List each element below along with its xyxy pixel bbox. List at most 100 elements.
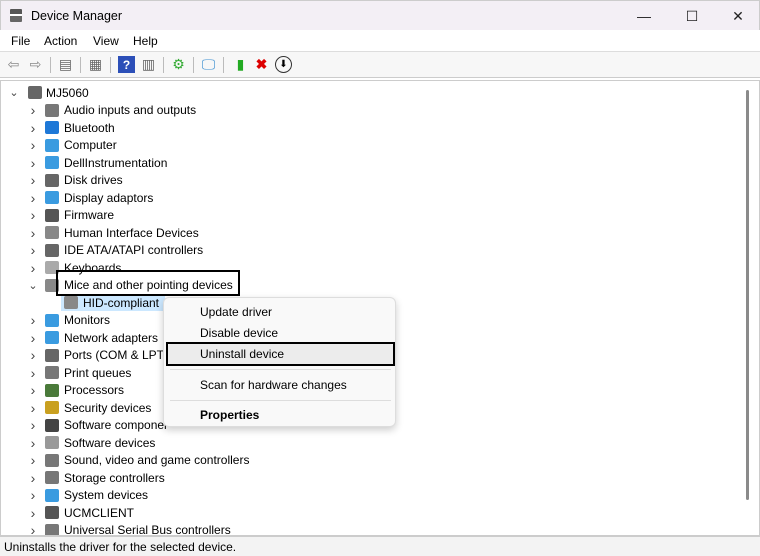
chevron-right-icon[interactable]: › — [28, 190, 38, 206]
chevron-down-icon[interactable]: ⌄ — [28, 279, 38, 292]
maximize-button[interactable]: ☐ — [669, 5, 715, 27]
close-button[interactable]: ✕ — [715, 5, 760, 27]
menu-properties[interactable]: Properties — [200, 408, 259, 422]
device-category-icon — [45, 173, 59, 187]
device-category-icon — [45, 383, 59, 397]
chevron-right-icon[interactable]: › — [28, 330, 38, 346]
title-bar: Device Manager — ☐ ✕ — [0, 0, 760, 30]
tree-item[interactable]: › IDE ATA/ATAPI controllers — [1, 242, 741, 259]
chevron-right-icon[interactable]: › — [28, 417, 38, 433]
tree-item-label: Software componer — [64, 418, 169, 432]
menu-file[interactable]: File — [11, 34, 30, 48]
tree-item-label: Firmware — [64, 208, 114, 222]
tree-item[interactable]: › System devices — [1, 487, 741, 504]
forward-arrow-icon[interactable]: ⇨ — [27, 56, 44, 73]
chevron-right-icon[interactable]: › — [28, 435, 38, 451]
device-category-icon — [45, 453, 59, 467]
tree-item[interactable]: › UCMCLIENT — [1, 504, 741, 521]
tree-item[interactable]: › Sound, video and game controllers — [1, 452, 741, 469]
chevron-right-icon[interactable]: › — [28, 120, 38, 136]
chevron-right-icon[interactable]: › — [28, 347, 38, 363]
chevron-right-icon[interactable]: › — [28, 522, 38, 535]
chevron-right-icon[interactable]: › — [28, 400, 38, 416]
properties-icon[interactable]: ▦ — [87, 56, 104, 73]
tree-item[interactable]: › Software devices — [1, 434, 741, 451]
tree-item-label: Human Interface Devices — [64, 225, 199, 240]
tree-item-label: Monitors — [64, 313, 111, 327]
device-category-icon — [45, 191, 59, 204]
tree-item-label: Ports (COM & LPT) — [64, 348, 169, 362]
tree-item[interactable]: › Computer — [1, 137, 741, 154]
tree-item-label: Bluetooth — [64, 120, 115, 135]
device-category-icon — [45, 401, 59, 414]
device-category-icon — [45, 313, 59, 327]
device-category-icon — [64, 296, 78, 309]
tree-item-label: Display adaptors — [64, 190, 154, 205]
menu-scan-hardware[interactable]: Scan for hardware changes — [200, 378, 347, 392]
menu-bar: File Action View Help — [0, 30, 760, 52]
device-category-icon — [45, 471, 59, 484]
device-category-icon — [45, 436, 59, 449]
tree-item-label: Universal Serial Bus controllers — [64, 523, 231, 536]
chevron-right-icon[interactable]: › — [28, 365, 38, 381]
device-category-icon — [45, 418, 59, 432]
device-category-icon — [45, 226, 59, 239]
tree-item-label: Security devices — [64, 400, 152, 415]
menu-view[interactable]: View — [93, 34, 119, 48]
chevron-right-icon[interactable]: › — [28, 242, 38, 258]
tree-item[interactable]: › Human Interface Devices — [1, 224, 741, 241]
scan-hardware-icon[interactable]: 🖵 — [200, 56, 217, 73]
help-icon[interactable]: ? — [118, 56, 135, 73]
menu-disable-device[interactable]: Disable device — [200, 326, 278, 340]
show-hide-console-tree-icon[interactable]: ▤ — [57, 56, 74, 73]
device-category-icon — [28, 86, 42, 99]
device-category-icon — [45, 506, 59, 519]
tree-item-label: Computer — [64, 138, 117, 152]
enable-device-icon[interactable]: ▮ — [232, 56, 249, 73]
menu-help[interactable]: Help — [133, 34, 158, 48]
update-driver-icon[interactable]: ⚙ — [170, 56, 187, 73]
chevron-right-icon[interactable]: › — [28, 452, 38, 468]
menu-action[interactable]: Action — [44, 34, 77, 48]
download-icon[interactable]: ⬇ — [275, 56, 292, 73]
device-category-icon — [45, 331, 59, 344]
uninstall-icon[interactable]: ✖ — [253, 56, 270, 73]
chevron-right-icon[interactable]: › — [28, 172, 38, 188]
action-pane-icon[interactable]: ▥ — [140, 56, 157, 73]
chevron-right-icon[interactable]: › — [28, 382, 38, 398]
chevron-right-icon[interactable]: › — [28, 137, 38, 153]
tree-item-label: Audio inputs and outputs — [64, 103, 197, 117]
tree-item-label: UCMCLIENT — [64, 505, 135, 520]
chevron-right-icon[interactable]: › — [28, 470, 38, 486]
back-arrow-icon[interactable]: ⇦ — [5, 56, 22, 73]
toolbar: ⇦ ⇨ ▤ ▦ ? ▥ ⚙ 🖵 ▮ ✖ ⬇ — [0, 52, 760, 78]
tree-item[interactable]: › Universal Serial Bus controllers — [1, 522, 741, 536]
tree-item[interactable]: › DellInstrumentation — [1, 154, 741, 171]
chevron-right-icon[interactable]: › — [28, 505, 38, 521]
chevron-right-icon[interactable]: › — [28, 225, 38, 241]
tree-item[interactable]: ⌄ MJ5060 — [1, 84, 741, 101]
tree-item[interactable]: › Display adaptors — [1, 189, 741, 206]
device-category-icon — [45, 138, 59, 152]
tree-item[interactable]: › Disk drives — [1, 172, 741, 189]
chevron-right-icon[interactable]: › — [28, 102, 38, 118]
tree-item-label: Software devices — [64, 435, 156, 450]
device-category-icon — [45, 348, 59, 362]
device-category-icon — [45, 366, 59, 379]
tree-item[interactable]: › Audio inputs and outputs — [1, 102, 741, 119]
chevron-right-icon[interactable]: › — [28, 487, 38, 503]
tree-item[interactable]: › Storage controllers — [1, 469, 741, 486]
highlight-box-uninstall — [166, 342, 395, 366]
chevron-down-icon[interactable]: ⌄ — [9, 86, 19, 99]
chevron-right-icon[interactable]: › — [28, 260, 38, 276]
menu-update-driver[interactable]: Update driver — [200, 305, 272, 319]
tree-item[interactable]: › Bluetooth — [1, 119, 741, 136]
scrollbar[interactable] — [746, 90, 749, 500]
minimize-button[interactable]: — — [621, 5, 667, 27]
status-text: Uninstalls the driver for the selected d… — [4, 540, 237, 554]
chevron-right-icon[interactable]: › — [28, 207, 38, 223]
tree-item[interactable]: › Firmware — [1, 207, 741, 224]
chevron-right-icon[interactable]: › — [28, 155, 38, 171]
device-category-icon — [45, 156, 59, 169]
chevron-right-icon[interactable]: › — [28, 312, 38, 328]
